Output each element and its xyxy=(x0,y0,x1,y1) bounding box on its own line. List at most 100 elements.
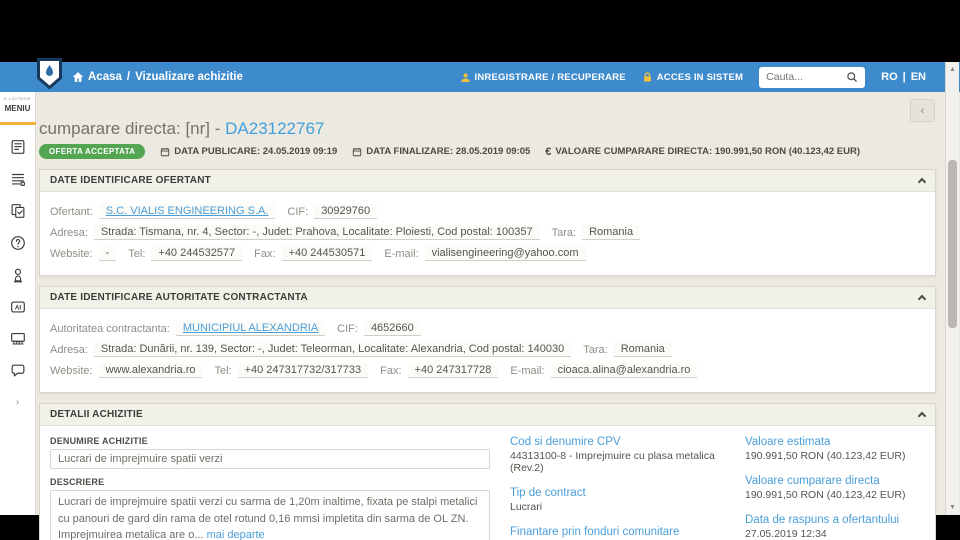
community-funding-heading[interactable]: Finantare prin fonduri comunitare xyxy=(510,526,720,538)
address-value: Strada: Tismana, nr. 4, Sector: -, Judet… xyxy=(94,225,540,240)
sidebar-menu: E-LICITATIE MENIU xyxy=(0,92,36,515)
email-label: E-mail: xyxy=(510,365,544,377)
address-label: Adresa: xyxy=(50,227,88,239)
award-icon[interactable] xyxy=(8,265,28,285)
details-card-header[interactable]: DETALII ACHIZITIE xyxy=(40,404,935,426)
meta-publish-date: DATA PUBLICARE: 24.05.2019 09:19 xyxy=(160,146,337,157)
chevron-up-icon[interactable] xyxy=(918,295,926,303)
contract-type-value: Lucrari xyxy=(510,501,720,513)
news-icon[interactable] xyxy=(8,137,28,157)
country-value: Romania xyxy=(582,225,640,240)
tel-value: +40 244532577 xyxy=(151,246,242,261)
sidebar-expand-chevron[interactable]: › xyxy=(16,397,19,408)
offerer-card-body: Ofertant: S.C. VIALIS ENGINEERING S.A. CI… xyxy=(40,192,935,275)
offerer-card-header[interactable]: DATE IDENTIFICARE OFERTANT xyxy=(40,170,935,192)
offerer-name-link[interactable]: S.C. VIALIS ENGINEERING S.A. xyxy=(106,205,269,217)
meta-value-label: VALOARE CUMPARARE DIRECTA: 190.991,50 RO… xyxy=(555,146,860,157)
page-title-prefix: cumparare directa: [nr] - xyxy=(39,119,225,138)
system-access-label: ACCES IN SISTEM xyxy=(657,72,743,83)
fax-value: +40 244530571 xyxy=(282,246,373,261)
details-right-columns: Cod si denumire CPV 44313100-8 - Imprejm… xyxy=(490,428,960,540)
offerer-response-date-heading[interactable]: Data de raspuns a ofertantului xyxy=(745,514,960,526)
breadcrumb-home-label: Acasa xyxy=(88,71,122,83)
top-navbar: Acasa / Vizualizare achizitie INREGISTRA… xyxy=(0,62,960,92)
address-value: Strada: Dunării, nr. 139, Sector: -, Jud… xyxy=(94,342,571,357)
offerer-card-title: DATE IDENTIFICARE OFERTANT xyxy=(50,175,211,186)
badge-row: OFERTA ACCEPTATA DATA PUBLICARE: 24.05.2… xyxy=(39,144,939,159)
scrollbar-thumb[interactable] xyxy=(948,160,957,328)
authority-card: DATE IDENTIFICARE AUTORITATE CONTRACTANT… xyxy=(39,286,936,393)
read-more-link[interactable]: mai departe xyxy=(207,529,265,540)
sidebar-icons: AI xyxy=(8,137,28,381)
search-icon[interactable] xyxy=(846,71,858,83)
chevron-up-icon[interactable] xyxy=(918,412,926,420)
seap-logo[interactable] xyxy=(37,58,62,94)
search-input[interactable] xyxy=(766,71,846,83)
sidebar-accent-line xyxy=(0,122,36,125)
details-card-body: DENUMIRE ACHIZITIE DESCRIERE Lucrari de … xyxy=(40,426,935,540)
meta-publish-date-label: DATA PUBLICARE: 24.05.2019 09:19 xyxy=(174,146,337,157)
tel-label: Tel: xyxy=(128,248,145,260)
description-label: DESCRIERE xyxy=(50,477,490,487)
lang-ro-link[interactable]: RO xyxy=(881,71,898,83)
calendar-icon xyxy=(352,147,362,157)
cif-value: 4652660 xyxy=(364,321,421,336)
terminal-icon[interactable] xyxy=(8,329,28,349)
chevron-up-icon[interactable] xyxy=(918,178,926,186)
breadcrumb-current: Vizualizare achizitie xyxy=(135,71,243,83)
meta-finalize-date-label: DATA FINALIZARE: 28.05.2019 09:05 xyxy=(366,146,530,157)
authority-card-header[interactable]: DATE IDENTIFICARE AUTORITATE CONTRACTANT… xyxy=(40,287,935,309)
offerer-label: Ofertant: xyxy=(50,206,93,218)
offerer-response-date-value: 27.05.2019 12:34 xyxy=(745,528,960,540)
register-recover-label: INREGISTRARE / RECUPERARE xyxy=(475,72,626,83)
system-access-link[interactable]: ACCES IN SISTEM xyxy=(642,71,743,83)
topbar-right: INREGISTRARE / RECUPERARE ACCES IN SISTE… xyxy=(460,67,926,88)
authority-card-title: DATE IDENTIFICARE AUTORITATE CONTRACTANT… xyxy=(50,292,308,303)
acquisition-number-link[interactable]: DA23122767 xyxy=(225,119,324,138)
cpv-code-heading[interactable]: Cod si denumire CPV xyxy=(510,436,720,448)
description-textarea[interactable]: Lucrari de imprejmuire spatii verzi cu s… xyxy=(50,490,490,540)
website-value: www.alexandria.ro xyxy=(99,363,203,378)
contract-type-heading[interactable]: Tip de contract xyxy=(510,487,720,499)
authority-name-link[interactable]: MUNICIPIUL ALEXANDRIA xyxy=(183,322,318,334)
shield-logo-icon xyxy=(37,58,62,89)
chat-icon[interactable] xyxy=(8,361,28,381)
panel-collapse-button[interactable]: ‹ xyxy=(910,99,935,122)
lang-en-link[interactable]: EN xyxy=(911,71,926,83)
help-icon[interactable] xyxy=(8,233,28,253)
sidebar-menu-label: MENIU xyxy=(5,104,31,113)
language-switcher: RO | EN xyxy=(881,71,926,83)
lock-icon xyxy=(642,71,653,83)
website-value: - xyxy=(99,246,117,261)
breadcrumb-separator: / xyxy=(127,71,130,83)
acquisition-details-card: DETALII ACHIZITIE DENUMIRE ACHIZITIE DES… xyxy=(39,403,936,540)
direct-purchase-value-heading[interactable]: Valoare cumparare directa xyxy=(745,475,960,487)
fax-value: +40 247317728 xyxy=(408,363,499,378)
calendar-icon xyxy=(160,147,170,157)
details-card-title: DETALII ACHIZITIE xyxy=(50,409,143,420)
email-value: cioaca.alina@alexandria.ro xyxy=(551,363,698,378)
website-label: Website: xyxy=(50,248,93,260)
details-column-a: Cod si denumire CPV 44313100-8 - Imprejm… xyxy=(510,436,720,540)
user-icon xyxy=(460,72,471,83)
scrollbar-up-arrow[interactable]: ▲ xyxy=(946,66,959,73)
list-lines-icon[interactable] xyxy=(8,169,28,189)
documents-check-icon[interactable] xyxy=(8,201,28,221)
sidebar-brand: E-LICITATIE xyxy=(4,96,30,101)
status-badge: OFERTA ACCEPTATA xyxy=(39,144,145,159)
ai-box-icon[interactable]: AI xyxy=(8,297,28,317)
home-icon xyxy=(72,71,84,83)
scrollbar-down-arrow[interactable]: ▼ xyxy=(946,504,959,511)
address-label: Adresa: xyxy=(50,344,88,356)
cif-label: CIF: xyxy=(287,206,308,218)
details-column-b: Valoare estimata 190.991,50 RON (40.123,… xyxy=(745,436,960,540)
breadcrumb-home-link[interactable]: Acasa xyxy=(72,71,122,83)
register-recover-link[interactable]: INREGISTRARE / RECUPERARE xyxy=(460,72,626,83)
acquisition-name-input[interactable] xyxy=(50,449,490,469)
estimated-value-heading[interactable]: Valoare estimata xyxy=(745,436,960,448)
vertical-scrollbar[interactable]: ▲ ▼ xyxy=(945,62,959,515)
cpv-code-value: 44313100-8 - Imprejmuire cu plasa metali… xyxy=(510,450,720,474)
country-value: Romania xyxy=(614,342,672,357)
direct-purchase-value: 190.991,50 RON (40.123,42 EUR) xyxy=(745,489,960,501)
breadcrumb: Acasa / Vizualizare achizitie xyxy=(72,71,243,83)
